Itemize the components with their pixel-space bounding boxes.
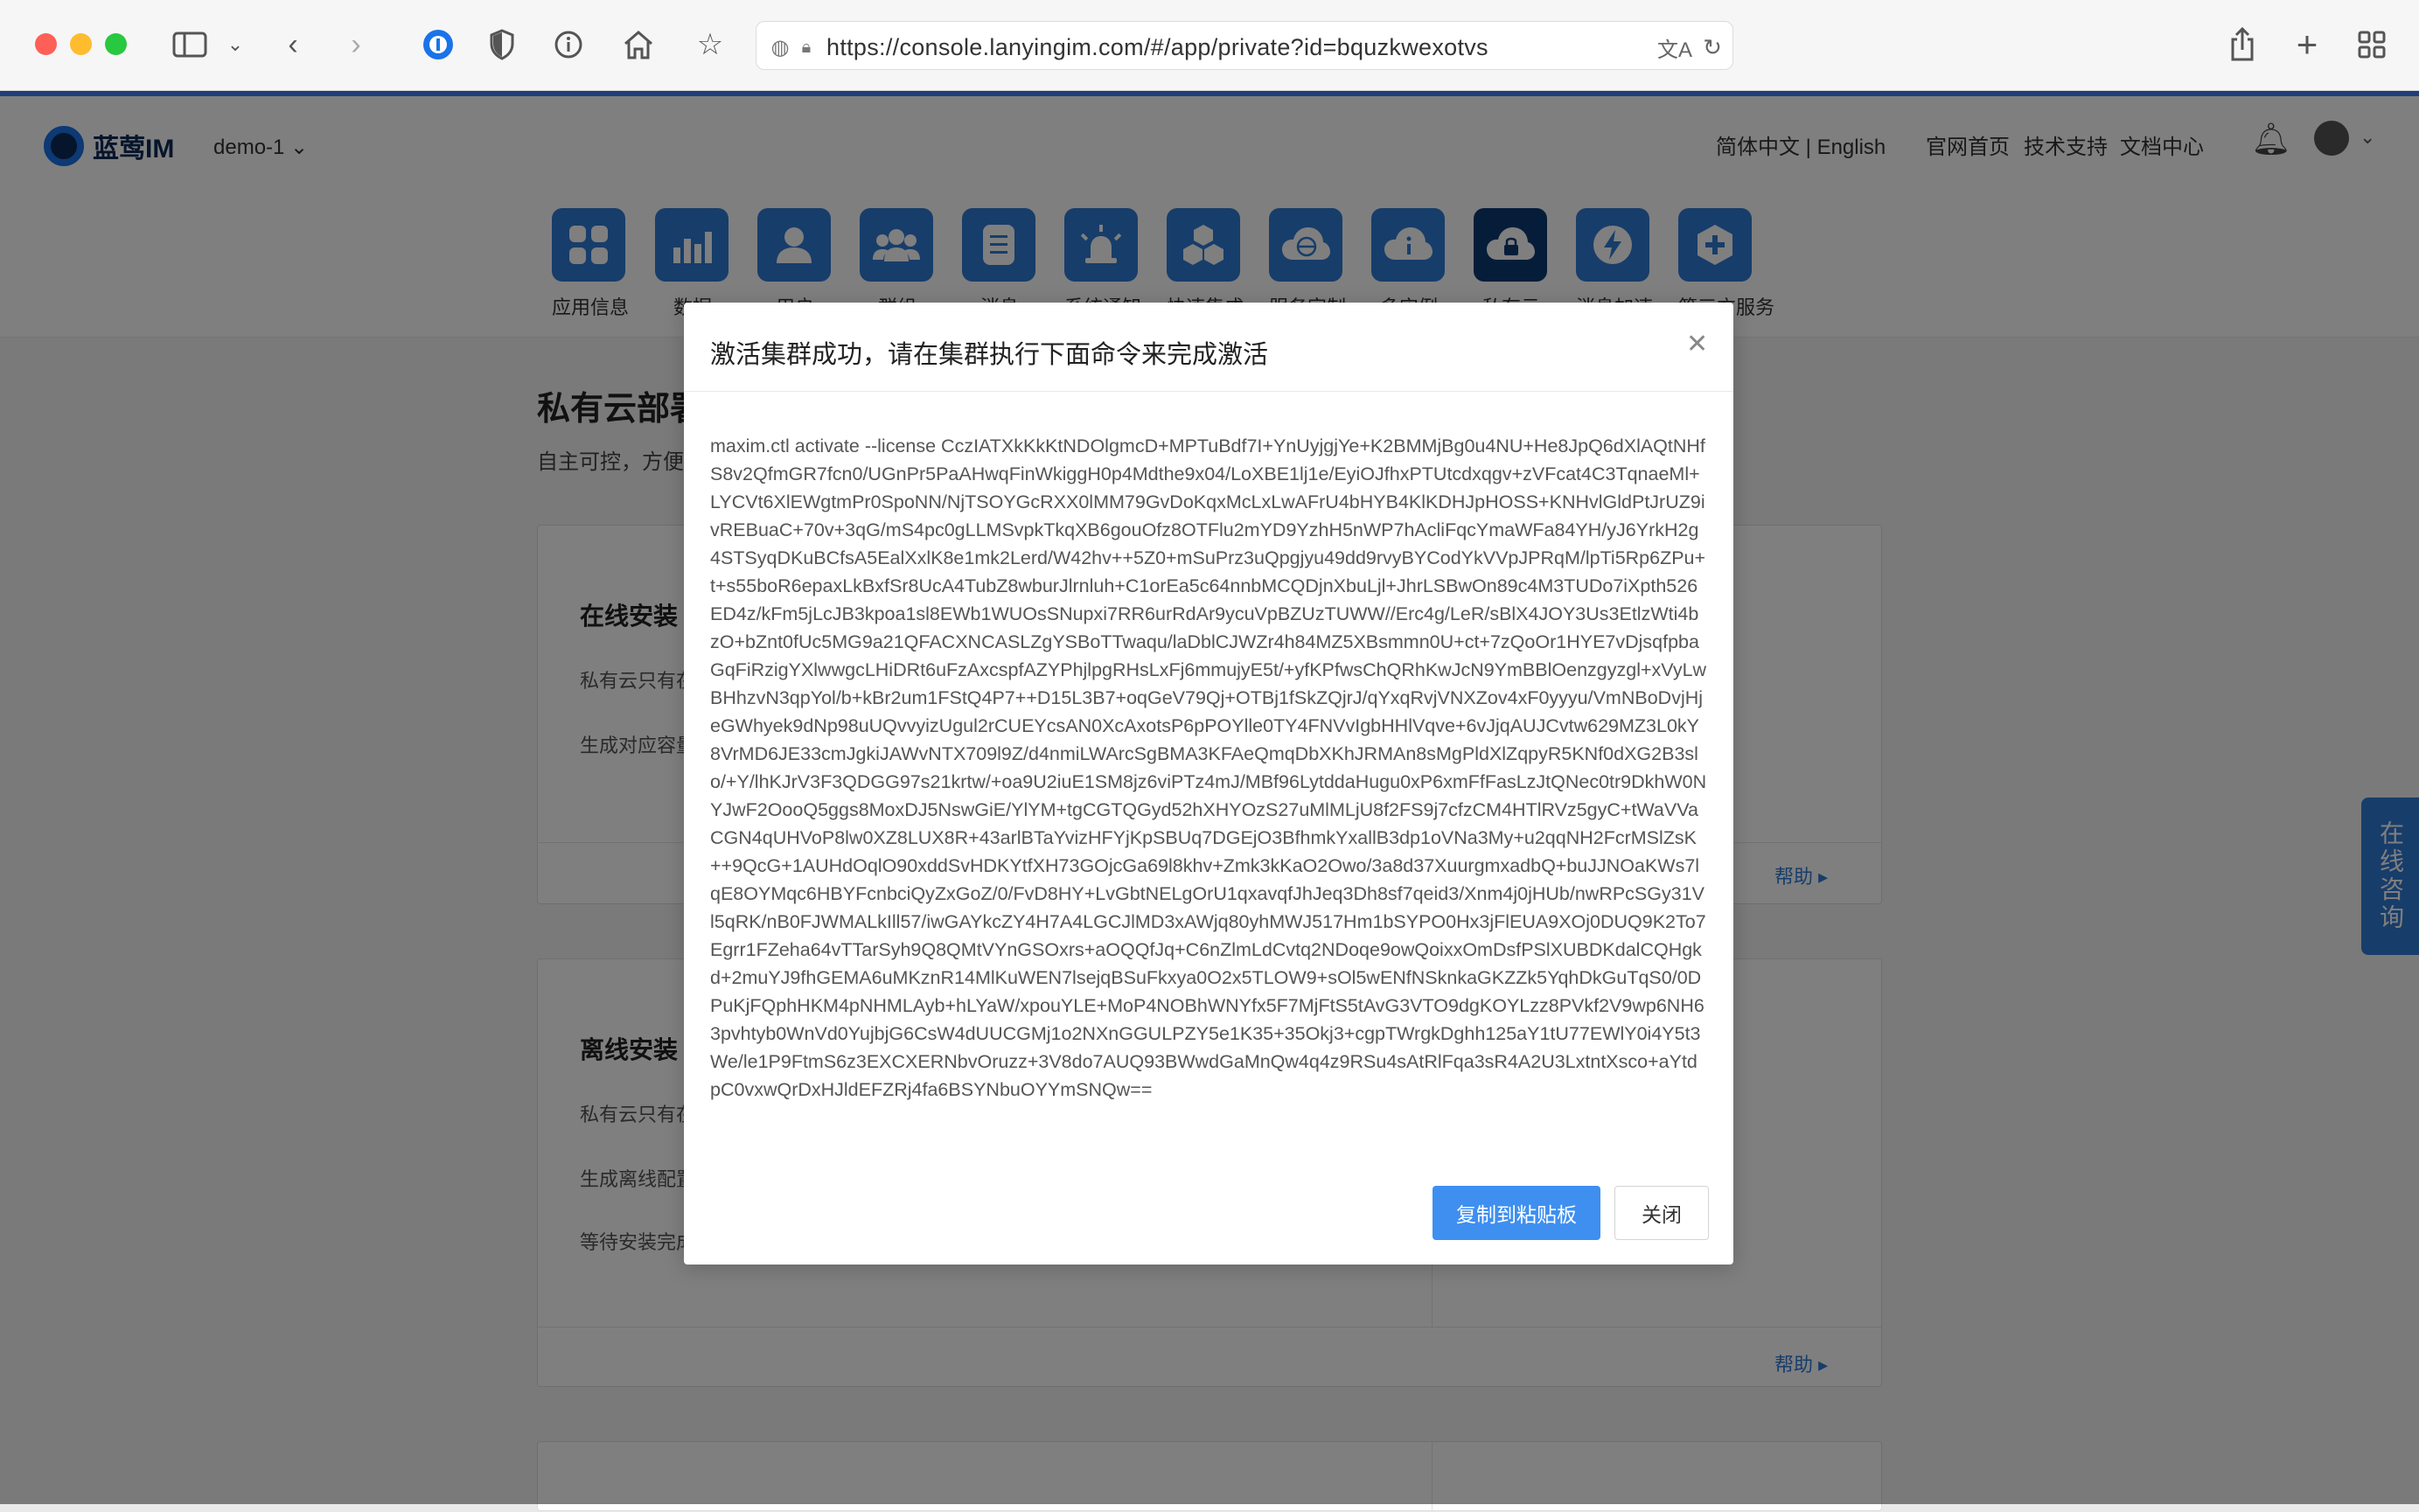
zoom-window-button[interactable]: [105, 33, 127, 55]
url-text: https://console.lanyingim.com/#/app/priv…: [826, 34, 1488, 60]
password-manager-icon[interactable]: [418, 23, 458, 66]
close-button[interactable]: 关闭: [1614, 1186, 1709, 1240]
reload-icon[interactable]: ↻: [1699, 25, 1725, 69]
close-icon[interactable]: ✕: [1686, 329, 1708, 359]
star-icon[interactable]: ☆: [691, 23, 729, 66]
share-icon[interactable]: [2225, 23, 2260, 66]
activation-command[interactable]: maxim.ctl activate --license CczIATXkKkK…: [710, 432, 1707, 1123]
browser-toolbar: ⌄ ‹ › ☆ ◍ 🔒︎ https://console.lanyingim.c…: [0, 0, 2419, 91]
back-icon[interactable]: ‹: [278, 23, 308, 66]
copy-to-clipboard-button[interactable]: 复制到粘贴板: [1433, 1186, 1600, 1240]
shield-icon[interactable]: [484, 23, 519, 66]
lock-icon: 🔒︎: [801, 37, 812, 57]
forward-icon[interactable]: ›: [341, 23, 371, 66]
new-tab-icon[interactable]: +: [2290, 23, 2325, 66]
sidebar-toggle-icon[interactable]: [168, 23, 212, 66]
tab-overview-icon[interactable]: [2354, 23, 2389, 66]
minimize-window-button[interactable]: [70, 33, 92, 55]
address-bar[interactable]: ◍ 🔒︎ https://console.lanyingim.com/#/app…: [756, 21, 1733, 70]
modal-title: 激活集群成功，请在集群执行下面命令来完成激活: [710, 341, 1269, 369]
close-window-button[interactable]: [35, 33, 57, 55]
activation-modal: 激活集群成功，请在集群执行下面命令来完成激活 ✕ maxim.ctl activ…: [684, 303, 1733, 1265]
translate-icon[interactable]: 文A: [1656, 25, 1694, 69]
modal-header: 激活集群成功，请在集群执行下面命令来完成激活 ✕: [684, 303, 1733, 392]
chevron-down-icon[interactable]: ⌄: [222, 23, 248, 66]
globe-icon: ◍: [770, 35, 790, 59]
home-icon[interactable]: [619, 23, 658, 66]
info-icon[interactable]: [551, 23, 586, 66]
